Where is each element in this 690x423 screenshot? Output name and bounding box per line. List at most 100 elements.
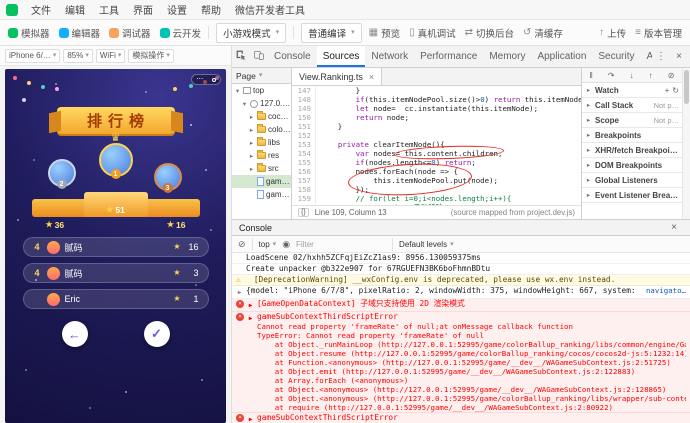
- expand-icon[interactable]: ▶: [247, 415, 254, 423]
- tree-item[interactable]: ▸ src: [232, 162, 291, 175]
- line-number[interactable]: 147: [292, 86, 316, 95]
- editor-tab-view-ranking[interactable]: View.Ranking.ts ×: [292, 68, 383, 85]
- step-out-icon[interactable]: ↑: [649, 71, 653, 80]
- sidebar-section-dom-breakpoints[interactable]: ▸ DOM Breakpoints: [582, 158, 682, 173]
- minigame-menu-capsule[interactable]: ⋯: [191, 74, 221, 85]
- line-number[interactable]: 158: [292, 185, 316, 194]
- line-number[interactable]: 149: [292, 104, 316, 113]
- version-control-button[interactable]: ≡ 版本管理: [635, 26, 682, 40]
- clear-console-icon[interactable]: ⊘: [238, 239, 246, 249]
- step-over-icon[interactable]: ↷: [608, 71, 615, 80]
- upload-button[interactable]: ↑ 上传: [599, 26, 626, 40]
- pretty-print-icon[interactable]: {}: [298, 208, 309, 217]
- line-number[interactable]: 148: [292, 95, 316, 104]
- debugger-button[interactable]: 调试器: [109, 26, 151, 40]
- remote-debug-button[interactable]: ▯ 真机调试: [409, 26, 456, 40]
- devtools-tab-security[interactable]: Security: [592, 46, 640, 67]
- refresh-icon[interactable]: ↻: [672, 86, 679, 95]
- menu-item[interactable]: 编辑: [58, 2, 92, 17]
- line-number[interactable]: 160: [292, 203, 316, 205]
- console-source-link[interactable]: navigato…: [646, 286, 686, 296]
- close-icon[interactable]: ×: [670, 51, 688, 62]
- leaderboard-row[interactable]: 4 腻码 ★ 16: [22, 237, 209, 257]
- file-tree-header[interactable]: Page ▾: [232, 68, 291, 84]
- step-into-icon[interactable]: ↓: [630, 71, 634, 80]
- switch-background-button[interactable]: ⇄ 切换后台: [465, 26, 514, 40]
- line-number[interactable]: 151: [292, 122, 316, 131]
- sidebar-section-call-stack[interactable]: ▸ Call Stack Not p…: [582, 98, 682, 113]
- tree-item[interactable]: ▸ res: [232, 149, 291, 162]
- sidebar-section-watch[interactable]: ▸ Watch + ↻: [582, 83, 682, 98]
- line-number[interactable]: 150: [292, 113, 316, 122]
- compile-mode-dropdown[interactable]: 普通编译 ▾: [301, 22, 362, 43]
- close-icon[interactable]: ×: [665, 222, 683, 233]
- scrollbar[interactable]: [682, 68, 690, 219]
- sidebar-section-xhr-fetch-breakpoints[interactable]: ▸ XHR/fetch Breakpoints: [582, 143, 682, 158]
- sidebar-section-scope[interactable]: ▸ Scope Not p…: [582, 113, 682, 128]
- network-select[interactable]: WiFi ▾: [95, 48, 126, 63]
- devtools-tab-performance[interactable]: Performance: [414, 46, 483, 67]
- tree-item[interactable]: game…: [232, 175, 291, 188]
- expand-icon[interactable]: ▶: [247, 301, 254, 311]
- devtools-tab-application[interactable]: Application: [531, 46, 592, 67]
- add-watch-icon[interactable]: +: [665, 86, 670, 95]
- console-filter-input[interactable]: [296, 239, 387, 249]
- back-button[interactable]: ←: [61, 321, 88, 347]
- menu-item[interactable]: 微信开发者工具: [228, 2, 312, 17]
- console-message[interactable]: ×▶gameSubContextThirdScriptErrorCannot r…: [232, 312, 690, 413]
- line-number[interactable]: 155: [292, 158, 316, 167]
- leaderboard-row[interactable]: Eric ★ 1: [22, 289, 209, 309]
- simulate-actions-menu[interactable]: 模拟操作 ▾: [128, 48, 174, 63]
- devtools-tab-audits[interactable]: Audits: [641, 46, 653, 67]
- pause-icon[interactable]: ‖: [590, 71, 593, 80]
- menu-item[interactable]: 工具: [92, 2, 126, 17]
- console-drawer-title[interactable]: Console: [239, 223, 272, 233]
- tree-item[interactable]: ▸ colorB…: [232, 123, 291, 136]
- menu-item[interactable]: 帮助: [194, 2, 228, 17]
- close-tab-icon[interactable]: ×: [369, 72, 374, 82]
- zoom-select[interactable]: 85% ▾: [63, 48, 93, 63]
- cloud-dev-button[interactable]: 云开发: [159, 26, 201, 40]
- editor-button[interactable]: 编辑器: [58, 26, 100, 40]
- game-mode-dropdown[interactable]: 小游戏模式 ▾: [216, 22, 287, 43]
- line-number[interactable]: 152: [292, 131, 316, 140]
- scrollbar-thumb[interactable]: [684, 70, 689, 104]
- menu-item[interactable]: 设置: [160, 2, 194, 17]
- console-message[interactable]: × ▶ [GameOpenDataContext] 子域只支持使用 2D 渲染模式: [232, 299, 690, 312]
- inspect-icon[interactable]: [232, 50, 250, 63]
- devtools-tab-console[interactable]: Console: [268, 46, 317, 67]
- device-select[interactable]: iPhone 6/… ▾: [5, 48, 61, 63]
- confirm-button[interactable]: ✓: [143, 321, 170, 347]
- device-toolbar-icon[interactable]: [250, 50, 268, 63]
- tree-item[interactable]: ▾ 127.0.0.1:5…: [232, 97, 291, 110]
- line-number[interactable]: 156: [292, 167, 316, 176]
- preview-button[interactable]: ▦ 预览: [369, 26, 400, 40]
- console-message[interactable]: ×▶gameSubContextThirdScriptErrorCannot r…: [232, 413, 690, 423]
- deactivate-breakpoints-icon[interactable]: ⊘: [668, 71, 675, 80]
- sidebar-section-event-listener-breakpoints[interactable]: ▸ Event Listener Breakpoints: [582, 188, 682, 203]
- line-number[interactable]: 157: [292, 176, 316, 185]
- line-number[interactable]: 153: [292, 140, 316, 149]
- menu-item[interactable]: 文件: [24, 2, 58, 17]
- expand-icon[interactable]: ▶: [247, 314, 254, 324]
- console-message[interactable]: ▶ {model: "iPhone 6/7/8", pixelRatio: 2, …: [232, 286, 690, 299]
- devtools-tab-network[interactable]: Network: [365, 46, 414, 67]
- console-context-select[interactable]: top ▾: [259, 240, 277, 249]
- menu-item[interactable]: 界面: [126, 2, 160, 17]
- tree-item[interactable]: ▾ top: [232, 84, 291, 97]
- tree-item[interactable]: ▸ libs: [232, 136, 291, 149]
- devtools-tab-sources[interactable]: Sources: [316, 46, 366, 67]
- tree-item[interactable]: gam…: [232, 188, 291, 201]
- expand-icon[interactable]: ▶: [236, 288, 243, 298]
- kebab-menu-icon[interactable]: ⋮: [652, 51, 670, 62]
- tree-item[interactable]: ▸ cocos…: [232, 110, 291, 123]
- sidebar-section-global-listeners[interactable]: ▸ Global Listeners: [582, 173, 682, 188]
- leaderboard-row[interactable]: 4 腻码 ★ 3: [22, 263, 209, 283]
- line-number[interactable]: 154: [292, 149, 316, 158]
- line-number[interactable]: 159: [292, 194, 316, 203]
- simulator-button[interactable]: 模拟器: [8, 26, 50, 40]
- sidebar-section-breakpoints[interactable]: ▸ Breakpoints: [582, 128, 682, 143]
- clear-cache-button[interactable]: ↺ 清缓存: [523, 26, 563, 40]
- devtools-tab-memory[interactable]: Memory: [483, 46, 531, 67]
- log-level-select[interactable]: Default levels ▾: [399, 240, 454, 249]
